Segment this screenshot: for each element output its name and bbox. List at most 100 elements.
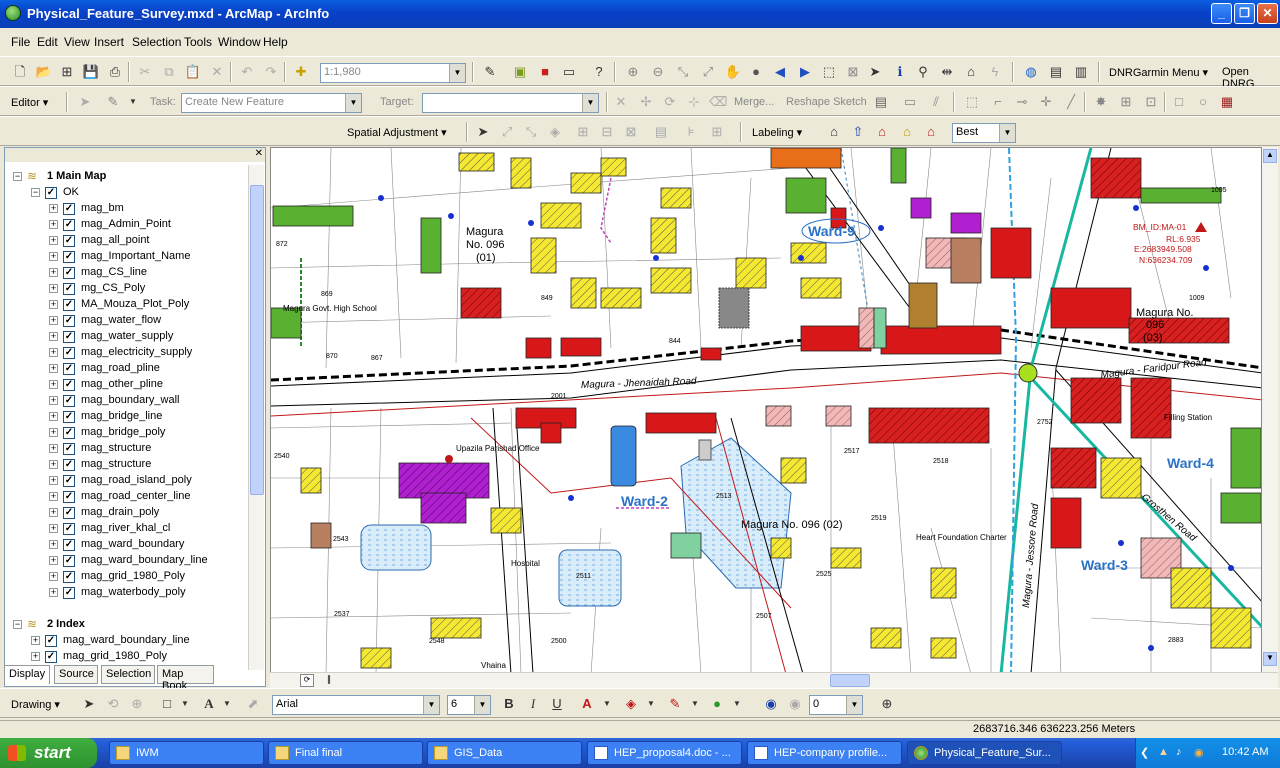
- layer-visibility-checkbox[interactable]: ✓: [63, 379, 75, 391]
- fill-color-dropdown-icon[interactable]: ▼: [642, 695, 660, 713]
- attributes-icon[interactable]: ▥: [1072, 63, 1090, 81]
- spatial-adjustment-menu[interactable]: Spatial Adjustment ▾: [347, 126, 447, 139]
- rectangle-dropdown-icon[interactable]: ▼: [176, 695, 194, 713]
- redo-icon[interactable]: ↷: [262, 63, 280, 81]
- text-tool-icon[interactable]: A: [200, 695, 218, 713]
- layer-visibility-checkbox[interactable]: ✓: [63, 267, 75, 279]
- back-extent-icon[interactable]: ◀: [771, 63, 789, 81]
- layer-visibility-checkbox[interactable]: ✓: [63, 523, 75, 535]
- expand-toggle-icon[interactable]: +: [49, 396, 58, 405]
- layer-visibility-checkbox[interactable]: ✓: [63, 219, 75, 231]
- lock-labels-icon[interactable]: ⌂: [898, 123, 916, 141]
- map-scale-combo[interactable]: 1:1,980 ▼: [320, 63, 466, 83]
- labeling-menu[interactable]: Labeling ▾: [752, 126, 802, 139]
- editor-toolbar-icon[interactable]: ✎: [481, 63, 499, 81]
- pan-icon[interactable]: ✋: [724, 63, 742, 81]
- marker-color-icon[interactable]: ●: [708, 695, 726, 713]
- volume-icon[interactable]: ♪: [1176, 746, 1182, 758]
- menu-edit[interactable]: Edit: [37, 35, 58, 49]
- layer-visibility-checkbox[interactable]: ✓: [63, 539, 75, 551]
- sketch-dropdown-icon[interactable]: ▼: [124, 93, 142, 111]
- font-size-combo[interactable]: 6 ▼: [447, 695, 491, 715]
- expand-toggle-icon[interactable]: +: [49, 380, 58, 389]
- start-button[interactable]: start: [0, 738, 97, 768]
- layer-visibility-checkbox[interactable]: ✓: [63, 475, 75, 487]
- expand-toggle-icon[interactable]: +: [49, 476, 58, 485]
- chart-icon[interactable]: ⫽: [927, 93, 945, 111]
- grid-icon[interactable]: ⊡: [1142, 93, 1160, 111]
- circle-icon[interactable]: ○: [1194, 93, 1212, 111]
- select-features-icon[interactable]: ⬚: [820, 63, 838, 81]
- task-combo[interactable]: Create New Feature ▼: [181, 93, 362, 113]
- line-color-dropdown-icon[interactable]: ▼: [686, 695, 704, 713]
- vertex-icon[interactable]: ⊸: [1013, 93, 1031, 111]
- font-color-dropdown-icon[interactable]: ▼: [598, 695, 616, 713]
- layer-visibility-checkbox[interactable]: ✓: [63, 251, 75, 263]
- expand-toggle-icon[interactable]: +: [31, 636, 40, 645]
- map-display[interactable]: Magura No. 096 (01) Magura No. 096 (02) …: [270, 147, 1262, 673]
- expand-toggle-icon[interactable]: +: [31, 652, 40, 661]
- zoom-in-icon[interactable]: ⊕: [624, 63, 642, 81]
- expand-toggle-icon[interactable]: +: [49, 572, 58, 581]
- identify-icon[interactable]: ℹ: [891, 63, 909, 81]
- layer-visibility-checkbox[interactable]: ✓: [45, 651, 57, 663]
- expand-toggle-icon[interactable]: +: [49, 348, 58, 357]
- save-icon[interactable]: 💾: [82, 63, 100, 81]
- cross-icon[interactable]: ✛: [1037, 93, 1055, 111]
- cut-icon[interactable]: ✂: [136, 63, 154, 81]
- expand-toggle-icon[interactable]: +: [49, 556, 58, 565]
- select-pointer-icon[interactable]: ➤: [474, 123, 492, 141]
- table-icon[interactable]: ▤: [1047, 63, 1065, 81]
- text-dropdown-icon[interactable]: ▼: [218, 695, 236, 713]
- layer-visibility-checkbox[interactable]: ✓: [63, 283, 75, 295]
- fixed-zoom-in-icon[interactable]: ⤡: [674, 63, 692, 81]
- line-icon[interactable]: ╱: [1062, 93, 1080, 111]
- delete-icon[interactable]: ✕: [208, 63, 226, 81]
- layer-visibility-checkbox[interactable]: ✓: [63, 427, 75, 439]
- copy-icon[interactable]: ⧉: [160, 63, 178, 81]
- expand-toggle-icon[interactable]: +: [49, 524, 58, 533]
- drawing-menu[interactable]: Drawing ▾: [11, 698, 60, 711]
- split-tool-icon[interactable]: ✕: [612, 93, 630, 111]
- clear-selection-icon[interactable]: ⊠: [844, 63, 862, 81]
- expand-toggle-icon[interactable]: +: [49, 508, 58, 517]
- label-weight-icon[interactable]: ⌂: [873, 123, 891, 141]
- map-vertical-scrollbar[interactable]: ▲ ▼: [1262, 147, 1278, 673]
- expand-toggle-icon[interactable]: +: [49, 268, 58, 277]
- rotate-icon[interactable]: ⟳: [661, 93, 679, 111]
- forward-extent-icon[interactable]: ▶: [796, 63, 814, 81]
- new-icon[interactable]: 🗋: [11, 63, 29, 81]
- eraser-icon[interactable]: ⌫: [709, 93, 727, 111]
- offset-combo[interactable]: 0 ▼: [809, 695, 863, 715]
- add-data-plus-icon[interactable]: ✚: [292, 63, 310, 81]
- layer-visibility-checkbox[interactable]: ✓: [63, 555, 75, 567]
- sketch-tool-icon[interactable]: ✎: [104, 93, 122, 111]
- line-color-icon[interactable]: ✎: [666, 695, 684, 713]
- layer-visibility-checkbox[interactable]: ✓: [63, 347, 75, 359]
- layer-visibility-checkbox[interactable]: ✓: [63, 235, 75, 247]
- taskbar-item-arcmap[interactable]: Physical_Feature_Sur...: [907, 741, 1062, 765]
- whats-this-icon[interactable]: ?: [590, 63, 608, 81]
- star-icon[interactable]: ✸: [1092, 93, 1110, 111]
- menu-insert[interactable]: Insert: [94, 35, 124, 49]
- layer-visibility-checkbox[interactable]: ✓: [63, 395, 75, 407]
- layer-visibility-checkbox[interactable]: ✓: [63, 571, 75, 583]
- expand-toggle-icon[interactable]: +: [49, 364, 58, 373]
- layer-visibility-checkbox[interactable]: ✓: [63, 507, 75, 519]
- menu-selection[interactable]: Selection: [132, 35, 181, 49]
- label-manager-icon[interactable]: ⌂: [825, 123, 843, 141]
- expand-toggle-icon[interactable]: +: [49, 252, 58, 261]
- add-link-icon[interactable]: ⊕: [878, 695, 896, 713]
- expand-toggle-icon[interactable]: +: [49, 300, 58, 309]
- layer-visibility-checkbox[interactable]: ✓: [63, 203, 75, 215]
- expand-toggle-icon[interactable]: −: [13, 172, 22, 181]
- menu-file[interactable]: File: [11, 35, 30, 49]
- expand-toggle-icon[interactable]: −: [31, 188, 40, 197]
- full-extent-icon[interactable]: ●: [747, 63, 765, 81]
- preview-icon[interactable]: ⊧: [682, 123, 700, 141]
- layer-visibility-checkbox[interactable]: ✓: [63, 443, 75, 455]
- taskbar-item-hep-company[interactable]: HEP-company profile...: [747, 741, 902, 765]
- network-icon[interactable]: ▲: [1158, 746, 1169, 758]
- pause-icon[interactable]: ∥: [322, 674, 336, 687]
- attributes-icon[interactable]: ▤: [872, 93, 890, 111]
